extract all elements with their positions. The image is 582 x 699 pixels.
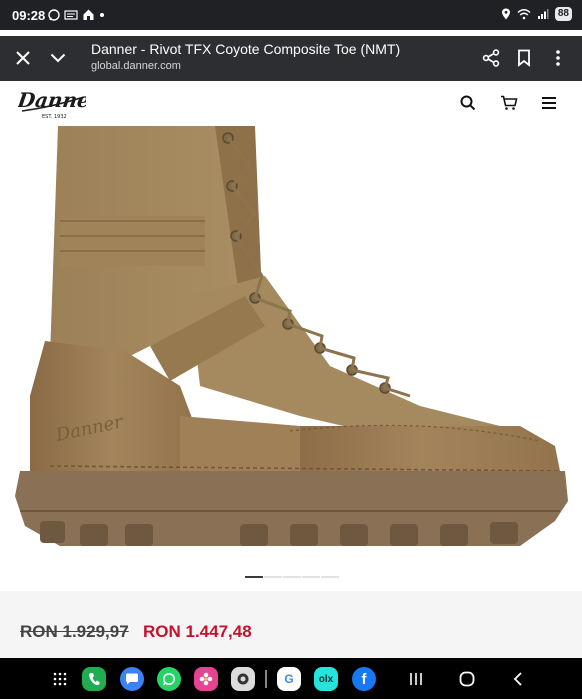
camera-icon [237,673,249,685]
messages-icon [126,673,138,685]
chevron-down-icon [50,53,66,63]
status-time: 09:28 [12,8,46,23]
dot-icon [100,12,104,17]
bookmark-button[interactable] [509,43,539,73]
price-section: RON 1.929,97 RON 1.447,48 [0,591,582,658]
carousel-dot[interactable] [302,576,320,578]
recents-icon [410,673,422,685]
carousel-dot[interactable] [283,576,301,578]
phone-icon [89,673,100,686]
cart-icon [501,95,518,110]
close-button[interactable] [8,43,38,73]
carousel-dot[interactable] [321,576,339,578]
facebook-icon: f [361,670,367,688]
original-price: RON 1.929,97 [20,622,129,641]
home-icon [83,9,94,20]
signal-icon [537,9,549,19]
camera-app[interactable] [231,667,255,691]
olx-app[interactable]: olx [314,667,338,691]
hamburger-menu-icon [542,97,556,109]
status-bar: 09:28 88 [0,0,582,30]
search-icon [460,95,476,111]
news-icon [64,9,78,20]
gallery-icon [199,672,213,686]
cart-button[interactable] [494,88,524,118]
olx-icon: olx [318,673,334,685]
google-app[interactable]: G [277,667,301,691]
messages-app[interactable] [120,667,144,691]
notification-icons [48,8,105,21]
battery-indicator: 88 [554,7,572,21]
share-button[interactable] [476,43,506,73]
location-icon [501,8,510,20]
gallery-app[interactable] [194,667,218,691]
carousel-indicator [245,576,339,578]
menu-button[interactable] [534,88,564,118]
whatsapp-app[interactable] [157,667,181,691]
logo-subtext: EST. 1932 [42,114,67,120]
home-button[interactable] [452,664,482,694]
dock-separator [265,670,267,688]
back-arrow-icon [513,672,522,686]
recents-button[interactable] [401,664,431,694]
android-nav-bar: G olx f [0,658,582,699]
browser-toolbar: Danner - Rivot TFX Coyote Composite Toe … [0,36,582,81]
page-title: Danner - Rivot TFX Coyote Composite Toe … [91,41,401,57]
site-header: Danner EST. 1932 [0,81,582,127]
more-options-button[interactable] [543,43,573,73]
google-icon: G [284,672,294,686]
page-url: global.danner.com [91,60,181,72]
apps-grid-icon [53,672,67,686]
carousel-dot[interactable] [245,576,263,578]
wifi-icon [517,9,531,20]
share-icon [482,49,500,67]
back-button[interactable] [503,664,533,694]
product-image[interactable]: Danner [0,126,582,576]
site-search-button[interactable] [453,88,483,118]
apps-grid-button[interactable] [45,664,75,694]
whatsapp-icon [48,8,60,21]
danner-logo[interactable]: Danner EST. 1932 [18,85,86,121]
bookmark-icon [518,49,530,67]
boot-illustration: Danner [15,126,568,546]
more-vert-icon [556,50,560,66]
sale-price: RON 1.447,48 [143,622,252,641]
facebook-app[interactable]: f [352,667,376,691]
carousel-dot[interactable] [264,576,282,578]
expand-button[interactable] [43,43,73,73]
home-circle-icon [459,671,475,687]
whatsapp-icon [163,673,175,686]
close-icon [16,51,30,65]
phone-app[interactable] [82,667,106,691]
